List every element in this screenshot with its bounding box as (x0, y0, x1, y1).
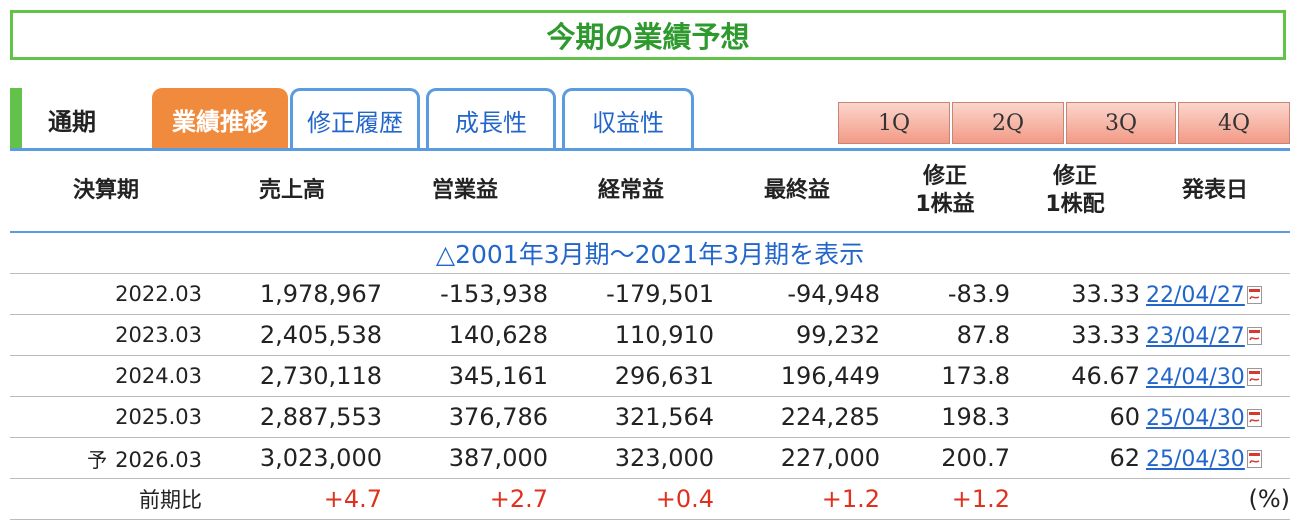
announce-date-link[interactable]: 24/04/30 (1146, 365, 1245, 390)
tab-growth[interactable]: 成長性 (426, 88, 556, 150)
quarter-3q-button[interactable]: 3Q (1066, 102, 1176, 144)
header-operating-income: 営業益 (431, 178, 498, 203)
header-eps-line1: 修正 (922, 164, 967, 189)
sales-cell: 2,405,538 (202, 314, 382, 356)
pdf-icon[interactable] (1246, 327, 1262, 345)
period-cell: 予 2026.03 (10, 437, 202, 479)
quarter-2q-button[interactable]: 2Q (952, 102, 1064, 144)
ordinary-income-cell: 110,910 (548, 314, 714, 356)
period-value: 2026.03 (115, 447, 202, 472)
header-dps-line1: 修正 (1052, 164, 1097, 189)
header-sales: 売上高 (258, 178, 325, 203)
yoy-unit: (%) (1140, 478, 1290, 520)
header-dps-line2: 1株配 (1045, 192, 1105, 217)
tab-revision-history[interactable]: 修正履歴 (290, 88, 420, 150)
sales-cell: 2,730,118 (202, 355, 382, 397)
announce-date-cell: 24/04/30 (1140, 355, 1290, 397)
header-eps-line2: 1株益 (915, 192, 975, 217)
forecast-mark: 予 (87, 447, 108, 472)
expand-history-link[interactable]: △2001年3月期～2021年3月期を表示 (10, 231, 1290, 274)
ordinary-income-cell: 296,631 (548, 355, 714, 397)
yoy-net-income: +1.2 (714, 478, 880, 520)
header-dps: 修正 1株配 (1010, 151, 1140, 232)
net-income-cell: -94,948 (714, 273, 880, 315)
dps-cell: 33.33 (1010, 273, 1140, 315)
eps-cell: -83.9 (880, 273, 1010, 315)
operating-income-cell: 345,161 (382, 355, 548, 397)
table-row: 2024.03 2,730,118 345,161 296,631 196,449 173… (10, 355, 1290, 397)
header-period: 決算期 (72, 178, 139, 203)
table-row: 2025.03 2,887,553 376,786 321,564 224,285 198… (10, 396, 1290, 438)
sales-cell: 1,978,967 (202, 273, 382, 315)
announce-date-link[interactable]: 23/04/27 (1146, 324, 1245, 349)
performance-table: 決算期 売上高 営業益 経常益 最終益 修正 1株益 修正 1株配 発表日 △2… (10, 151, 1290, 520)
dps-cell: 62 (1010, 437, 1140, 479)
announce-date-cell: 25/04/30 (1140, 437, 1290, 479)
operating-income-cell: 140,628 (382, 314, 548, 356)
operating-income-cell: 376,786 (382, 396, 548, 438)
dps-cell: 46.67 (1010, 355, 1140, 397)
eps-cell: 87.8 (880, 314, 1010, 356)
period-value: 2025.03 (115, 405, 202, 429)
eps-cell: 198.3 (880, 396, 1010, 438)
announce-date-link[interactable]: 25/04/30 (1146, 406, 1245, 431)
pdf-icon[interactable] (1246, 286, 1262, 304)
pdf-icon[interactable] (1246, 450, 1262, 468)
period-cell: 2022.03 (10, 273, 202, 315)
quarter-1q-button[interactable]: 1Q (838, 102, 950, 144)
quarter-4q-button[interactable]: 4Q (1178, 102, 1290, 144)
period-cell: 2025.03 (10, 396, 202, 438)
period-cell: 2023.03 (10, 314, 202, 356)
table-row: 2023.03 2,405,538 140,628 110,910 99,232 87.8… (10, 314, 1290, 356)
period-value: 2022.03 (115, 282, 202, 306)
eps-cell: 200.7 (880, 437, 1010, 479)
table-row: 予 2026.03 3,023,000 387,000 323,000 227,000 20… (10, 437, 1290, 479)
yoy-label: 前期比 (10, 478, 202, 520)
pdf-icon[interactable] (1246, 368, 1262, 386)
net-income-cell: 224,285 (714, 396, 880, 438)
announce-date-cell: 23/04/27 (1140, 314, 1290, 356)
ordinary-income-cell: -179,501 (548, 273, 714, 315)
header-net-income: 最終益 (763, 178, 830, 203)
ordinary-income-cell: 323,000 (548, 437, 714, 479)
dps-cell: 60 (1010, 396, 1140, 438)
announce-date-link[interactable]: 25/04/30 (1146, 447, 1245, 472)
operating-income-cell: 387,000 (382, 437, 548, 479)
sales-cell: 2,887,553 (202, 396, 382, 438)
announce-date-cell: 25/04/30 (1140, 396, 1290, 438)
ordinary-income-cell: 321,564 (548, 396, 714, 438)
accent-bar (10, 88, 22, 150)
pdf-icon[interactable] (1246, 409, 1262, 427)
header-ordinary-income: 経常益 (597, 178, 664, 203)
announce-date-cell: 22/04/27 (1140, 273, 1290, 315)
period-cell: 2024.03 (10, 355, 202, 397)
header-announce-date: 発表日 (1181, 178, 1248, 203)
net-income-cell: 99,232 (714, 314, 880, 356)
yoy-eps: +1.2 (880, 478, 1010, 520)
page-title: 今期の業績予想 (10, 10, 1286, 60)
yoy-operating-income: +2.7 (382, 478, 548, 520)
tab-performance-history[interactable]: 業績推移 (152, 88, 288, 150)
eps-cell: 173.8 (880, 355, 1010, 397)
yoy-sales: +4.7 (202, 478, 382, 520)
yoy-ordinary-income: +0.4 (548, 478, 714, 520)
table-row: 2022.03 1,978,967 -153,938 -179,501 -94,948-… (10, 273, 1290, 315)
yoy-row: 前期比 +4.7 +2.7 +0.4 +1.2 +1.2 (%) (10, 478, 1290, 520)
announce-date-link[interactable]: 22/04/27 (1146, 283, 1245, 308)
table-header-row: 決算期 売上高 営業益 経常益 最終益 修正 1株益 修正 1株配 発表日 (10, 151, 1290, 232)
sales-cell: 3,023,000 (202, 437, 382, 479)
operating-income-cell: -153,938 (382, 273, 548, 315)
dps-cell: 33.33 (1010, 314, 1140, 356)
tab-profitability[interactable]: 収益性 (562, 88, 694, 150)
net-income-cell: 196,449 (714, 355, 880, 397)
header-eps: 修正 1株益 (880, 151, 1010, 232)
tab-period[interactable]: 通期 (22, 88, 152, 150)
net-income-cell: 227,000 (714, 437, 880, 479)
yoy-dps (1010, 478, 1140, 520)
expand-row: △2001年3月期～2021年3月期を表示 (10, 231, 1290, 274)
period-value: 2024.03 (115, 364, 202, 388)
period-value: 2023.03 (115, 323, 202, 347)
